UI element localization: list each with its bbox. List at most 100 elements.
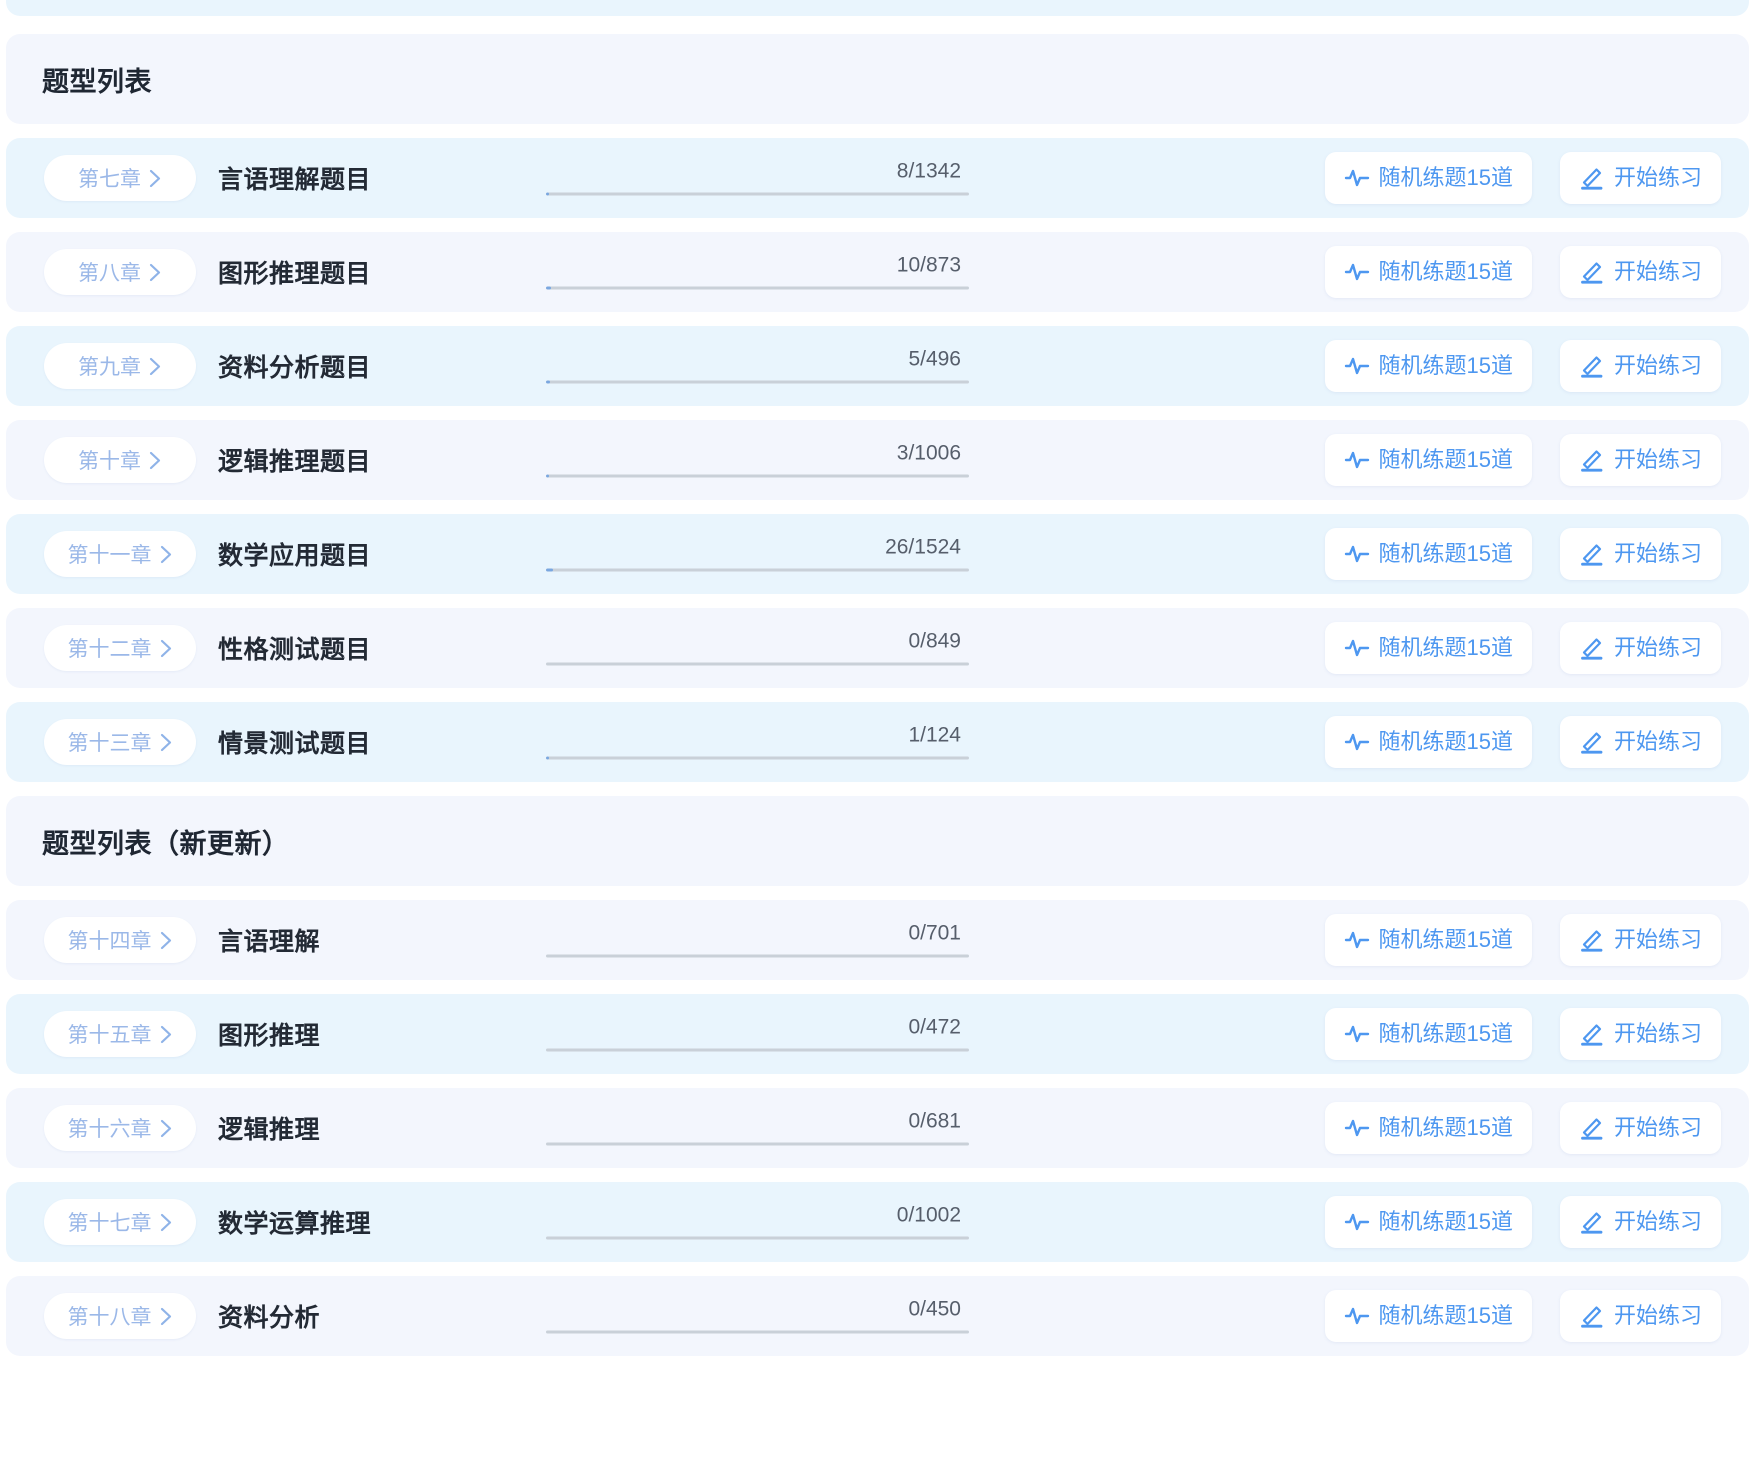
progress-count-label: 10/873 [896, 253, 961, 277]
random-practice-label: 随机练题15道 [1378, 927, 1513, 952]
random-practice-button[interactable]: 随机练题15道 [1324, 340, 1532, 392]
chapter-badge[interactable]: 第七章 [44, 155, 196, 201]
chevron-right-icon [159, 931, 173, 950]
progress-bar [546, 192, 969, 196]
chevron-right-icon [159, 545, 173, 564]
start-practice-button[interactable]: 开始练习 [1559, 1008, 1721, 1060]
random-practice-button[interactable]: 随机练题15道 [1324, 716, 1532, 768]
question-type-row[interactable]: 第八章 图形推理题目 10/873 随机练题15道 开始练习 [6, 232, 1749, 312]
chapter-label: 第十七章 [67, 1212, 152, 1235]
random-practice-label: 随机练题15道 [1378, 259, 1513, 284]
chapter-badge[interactable]: 第十六章 [44, 1105, 196, 1151]
spacer [0, 688, 1755, 702]
chevron-right-icon [148, 451, 162, 470]
random-practice-button[interactable]: 随机练题15道 [1324, 1290, 1532, 1342]
question-type-row[interactable]: 第十一章 数学应用题目 26/1524 随机练题15道 开始练习 [6, 514, 1749, 594]
progress-section: 0/849 [546, 631, 969, 666]
chapter-badge[interactable]: 第十八章 [44, 1293, 196, 1339]
random-practice-button[interactable]: 随机练题15道 [1324, 1196, 1532, 1248]
pencil-edit-icon [1579, 447, 1605, 473]
spacer [0, 312, 1755, 326]
question-type-title: 性格测试题目 [218, 636, 372, 664]
progress-bar-fill [546, 192, 549, 196]
start-practice-button[interactable]: 开始练习 [1559, 152, 1721, 204]
start-practice-label: 开始练习 [1613, 1209, 1702, 1234]
start-practice-button[interactable]: 开始练习 [1559, 434, 1721, 486]
pencil-edit-icon [1579, 1115, 1605, 1141]
random-practice-label: 随机练题15道 [1378, 1303, 1513, 1328]
random-practice-button[interactable]: 随机练题15道 [1324, 434, 1532, 486]
chapter-badge[interactable]: 第八章 [44, 249, 196, 295]
start-practice-label: 开始练习 [1613, 353, 1702, 378]
progress-bar [546, 1048, 969, 1052]
question-type-title: 资料分析题目 [218, 354, 372, 382]
question-type-row[interactable]: 第十六章 逻辑推理 0/681 随机练题15道 开始练习 [6, 1088, 1749, 1168]
question-type-row[interactable]: 第十二章 性格测试题目 0/849 随机练题15道 开始练习 [6, 608, 1749, 688]
progress-count-label: 26/1524 [885, 535, 961, 559]
random-practice-button[interactable]: 随机练题15道 [1324, 622, 1532, 674]
row-actions: 随机练题15道 开始练习 [1324, 1008, 1721, 1060]
random-practice-button[interactable]: 随机练题15道 [1324, 914, 1532, 966]
random-practice-button[interactable]: 随机练题15道 [1324, 246, 1532, 298]
chapter-label: 第十二章 [67, 638, 152, 661]
start-practice-button[interactable]: 开始练习 [1559, 1196, 1721, 1248]
random-practice-button[interactable]: 随机练题15道 [1324, 1008, 1532, 1060]
chevron-right-icon [159, 733, 173, 752]
question-type-row[interactable]: 第十四章 言语理解 0/701 随机练题15道 开始练习 [6, 900, 1749, 980]
start-practice-button[interactable]: 开始练习 [1559, 622, 1721, 674]
row-actions: 随机练题15道 开始练习 [1324, 434, 1721, 486]
progress-bar [546, 1142, 969, 1146]
chevron-right-icon [148, 263, 162, 282]
chapter-badge[interactable]: 第十五章 [44, 1011, 196, 1057]
start-practice-button[interactable]: 开始练习 [1559, 246, 1721, 298]
activity-pulse-icon [1344, 1303, 1370, 1329]
chapter-badge[interactable]: 第十七章 [44, 1199, 196, 1245]
question-type-row[interactable]: 第十章 逻辑推理题目 3/1006 随机练题15道 开始练习 [6, 420, 1749, 500]
question-type-row[interactable]: 第十八章 资料分析 0/450 随机练题15道 开始练习 [6, 1276, 1749, 1356]
chapter-badge[interactable]: 第九章 [44, 343, 196, 389]
activity-pulse-icon [1344, 1209, 1370, 1235]
random-practice-button[interactable]: 随机练题15道 [1324, 1102, 1532, 1154]
row-actions: 随机练题15道 开始练习 [1324, 1290, 1721, 1342]
progress-section: 26/1524 [546, 537, 969, 572]
random-practice-label: 随机练题15道 [1378, 1209, 1513, 1234]
progress-count-label: 8/1342 [896, 159, 961, 183]
question-type-row[interactable]: 第九章 资料分析题目 5/496 随机练题15道 开始练习 [6, 326, 1749, 406]
random-practice-label: 随机练题15道 [1378, 541, 1513, 566]
progress-count-label: 0/472 [908, 1015, 961, 1039]
random-practice-button[interactable]: 随机练题15道 [1324, 152, 1532, 204]
start-practice-button[interactable]: 开始练习 [1559, 528, 1721, 580]
section-header: 题型列表（新更新） [6, 796, 1749, 886]
question-type-row[interactable]: 第十七章 数学运算推理 0/1002 随机练题15道 开始练习 [6, 1182, 1749, 1262]
question-type-row[interactable]: 第十三章 情景测试题目 1/124 随机练题15道 开始练习 [6, 702, 1749, 782]
chapter-badge[interactable]: 第十四章 [44, 917, 196, 963]
start-practice-label: 开始练习 [1613, 1115, 1702, 1140]
pencil-edit-icon [1579, 541, 1605, 567]
question-type-row[interactable]: 第十五章 图形推理 0/472 随机练题15道 开始练习 [6, 994, 1749, 1074]
chapter-badge[interactable]: 第十三章 [44, 719, 196, 765]
random-practice-label: 随机练题15道 [1378, 1021, 1513, 1046]
start-practice-button[interactable]: 开始练习 [1559, 1102, 1721, 1154]
spacer [0, 16, 1755, 34]
start-practice-button[interactable]: 开始练习 [1559, 716, 1721, 768]
start-practice-button[interactable]: 开始练习 [1559, 914, 1721, 966]
chevron-right-icon [159, 1213, 173, 1232]
row-actions: 随机练题15道 开始练习 [1324, 528, 1721, 580]
sections-container: 题型列表 第七章 言语理解题目 8/1342 随机练题15道 开始练习 第八章 图形推理题目 1… [0, 34, 1755, 1370]
start-practice-button[interactable]: 开始练习 [1559, 1290, 1721, 1342]
random-practice-button[interactable]: 随机练题15道 [1324, 528, 1532, 580]
random-practice-label: 随机练题15道 [1378, 165, 1513, 190]
chevron-right-icon [148, 357, 162, 376]
chapter-badge[interactable]: 第十章 [44, 437, 196, 483]
chapter-badge[interactable]: 第十一章 [44, 531, 196, 577]
start-practice-button[interactable]: 开始练习 [1559, 340, 1721, 392]
random-practice-label: 随机练题15道 [1378, 729, 1513, 754]
progress-bar-fill [546, 756, 550, 760]
question-type-row[interactable]: 第七章 言语理解题目 8/1342 随机练题15道 开始练习 [6, 138, 1749, 218]
pencil-edit-icon [1579, 1021, 1605, 1047]
chapter-badge[interactable]: 第十二章 [44, 625, 196, 671]
random-practice-label: 随机练题15道 [1378, 635, 1513, 660]
progress-count-label: 1/124 [908, 723, 961, 747]
progress-bar-fill [546, 380, 551, 384]
row-actions: 随机练题15道 开始练习 [1324, 1102, 1721, 1154]
